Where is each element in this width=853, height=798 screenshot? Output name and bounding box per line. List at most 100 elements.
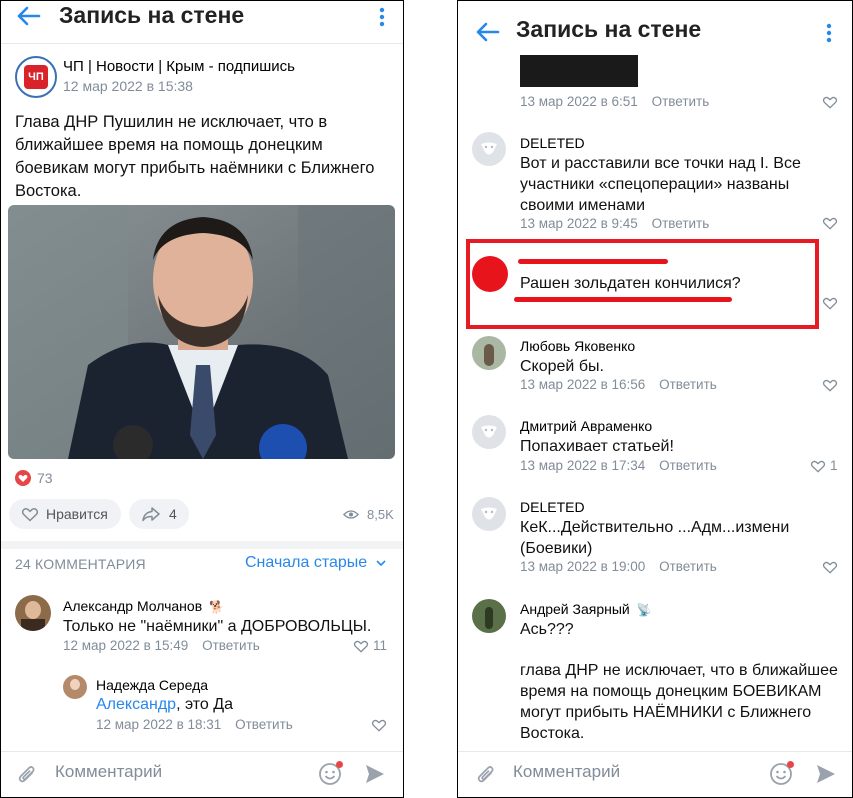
comment-text: Попахивает статьей! (520, 438, 674, 455)
share-icon (142, 507, 160, 522)
post-text: Глава ДНР Пушилин не исключает, что в бл… (15, 113, 375, 200)
attached-image-thumbnail[interactable] (520, 55, 638, 87)
post-author[interactable]: ЧП | Новости | Крым - подпишись (63, 58, 295, 75)
comment-composer (1, 751, 403, 797)
comment-meta: 12 мар 2022 в 15:49 Ответить (63, 638, 260, 653)
avatar[interactable] (472, 415, 506, 449)
reaction-heart-icon (15, 470, 31, 486)
comment-author-name: Андрей Заярный (520, 601, 630, 617)
like-comment-icon[interactable] (822, 560, 838, 574)
page-title: Запись на стене (59, 2, 245, 28)
comment-date: 13 мар 2022 в 17:34 (520, 458, 646, 473)
avatar[interactable] (15, 595, 51, 631)
attach-icon[interactable] (17, 764, 37, 786)
community-avatar[interactable]: ЧП (15, 56, 57, 98)
comment-author[interactable]: DELETED (520, 499, 585, 515)
emoji-button[interactable] (318, 761, 343, 786)
comment-text: Ась??? (520, 621, 574, 638)
back-arrow-icon[interactable] (474, 21, 500, 43)
left-screenshot: Запись на стене ЧП ЧП | Новости | Крым -… (0, 0, 404, 798)
comment-meta: 12 мар 2022 в 18:31 Ответить (96, 717, 293, 732)
comment-text: Рашен зольдатен кончилися? (520, 275, 741, 292)
reply-button[interactable]: Ответить (202, 638, 260, 653)
divider (1, 43, 403, 44)
satellite-emoji-icon: 📡 (636, 603, 652, 617)
more-options-icon[interactable] (379, 7, 385, 27)
reply-button[interactable]: Ответить (659, 377, 717, 392)
post-photo[interactable] (8, 205, 395, 459)
comment-text: Только не "наёмники" а ДОБРОВОЛЬЦЫ. (63, 618, 372, 635)
comment-author[interactable]: Надежда Середа (96, 677, 208, 693)
dog-face-icon (481, 425, 497, 438)
reply-button[interactable]: Ответить (652, 94, 710, 109)
comment-author[interactable]: Любовь Яковенко (520, 338, 635, 354)
like-comment-icon[interactable] (822, 378, 838, 392)
avatar-face (25, 601, 41, 619)
avatar[interactable] (472, 599, 506, 633)
comment-like-count: 1 (830, 458, 838, 473)
like-comment-icon[interactable] (371, 718, 387, 732)
comment-input[interactable] (513, 762, 713, 782)
redacted-avatar (472, 256, 508, 292)
comment-text-rest: , это Да (176, 696, 233, 713)
deleted-user-avatar[interactable] (472, 497, 506, 531)
avatar-figure (485, 607, 493, 629)
comment-author[interactable]: Андрей Заярный 📡 (520, 601, 652, 617)
share-button[interactable]: 4 (129, 499, 189, 529)
comment-text: Скорей бы. (520, 358, 604, 375)
notification-dot (336, 761, 343, 768)
emoji-button[interactable] (769, 761, 794, 786)
avatar[interactable] (63, 675, 87, 699)
comment-text: Александр, это Да (96, 694, 233, 715)
comment-text: Вот и расставили все точки над I. Все уч… (520, 155, 801, 214)
mention-link[interactable]: Александр (96, 696, 176, 713)
send-icon[interactable] (364, 763, 386, 785)
redacted-comment-meta (514, 297, 732, 302)
like-comment-icon[interactable] (822, 296, 838, 310)
views-eye-icon (343, 510, 359, 519)
comment-author[interactable]: Дмитрий Авраменко (520, 418, 652, 434)
like-comment-icon[interactable] (810, 459, 826, 473)
more-options-icon[interactable] (826, 23, 832, 43)
comment-date: 13 мар 2022 в 16:56 (520, 377, 646, 392)
comment-like-count: 11 (373, 638, 388, 653)
dog-emoji-icon: 🐕 (209, 600, 224, 614)
comment-author[interactable]: Александр Молчанов 🐕 (63, 598, 224, 614)
right-screenshot: Запись на стене 13 мар 2022 в 6:51 Ответ… (457, 0, 853, 798)
reaction-count: 73 (37, 470, 53, 486)
comment-input[interactable] (55, 762, 255, 782)
comment-author[interactable]: DELETED (520, 135, 585, 151)
like-label: Нравится (46, 506, 108, 522)
like-comment-icon[interactable] (822, 216, 838, 230)
app-bar: Запись на стене (458, 15, 852, 49)
comment-date: 13 мар 2022 в 6:51 (520, 94, 638, 109)
deleted-user-avatar[interactable] (472, 132, 506, 166)
comment-date: 13 мар 2022 в 19:00 (520, 559, 646, 574)
reply-button[interactable]: Ответить (235, 717, 293, 732)
avatar[interactable] (472, 336, 506, 370)
views-count: 8,5K (367, 507, 394, 522)
like-comment-icon[interactable] (822, 95, 838, 109)
avatar-face (70, 679, 80, 690)
reply-button[interactable]: Ответить (659, 559, 717, 574)
page-title: Запись на стене (516, 16, 702, 42)
back-arrow-icon[interactable] (15, 5, 41, 27)
like-comment-icon[interactable] (353, 639, 369, 653)
like-button[interactable]: Нравится (9, 499, 121, 529)
dog-face-icon (481, 507, 497, 520)
sort-dropdown[interactable]: Сначала старые (245, 554, 386, 572)
app-bar: Запись на стене (1, 1, 403, 35)
reply-button[interactable]: Ответить (652, 216, 710, 231)
comment-composer (458, 751, 852, 797)
post-date: 12 мар 2022 в 15:38 (63, 78, 193, 94)
chevron-down-icon (376, 560, 386, 566)
dog-face-icon (481, 142, 497, 155)
reply-button[interactable]: Ответить (659, 458, 717, 473)
send-icon[interactable] (815, 763, 837, 785)
comment-meta: 13 мар 2022 в 6:51 Ответить (520, 94, 709, 109)
community-logo: ЧП (24, 65, 48, 89)
comment-author-name: Александр Молчанов (63, 598, 203, 614)
section-separator (1, 541, 403, 549)
redacted-author-name (518, 259, 668, 264)
attach-icon[interactable] (476, 764, 496, 786)
